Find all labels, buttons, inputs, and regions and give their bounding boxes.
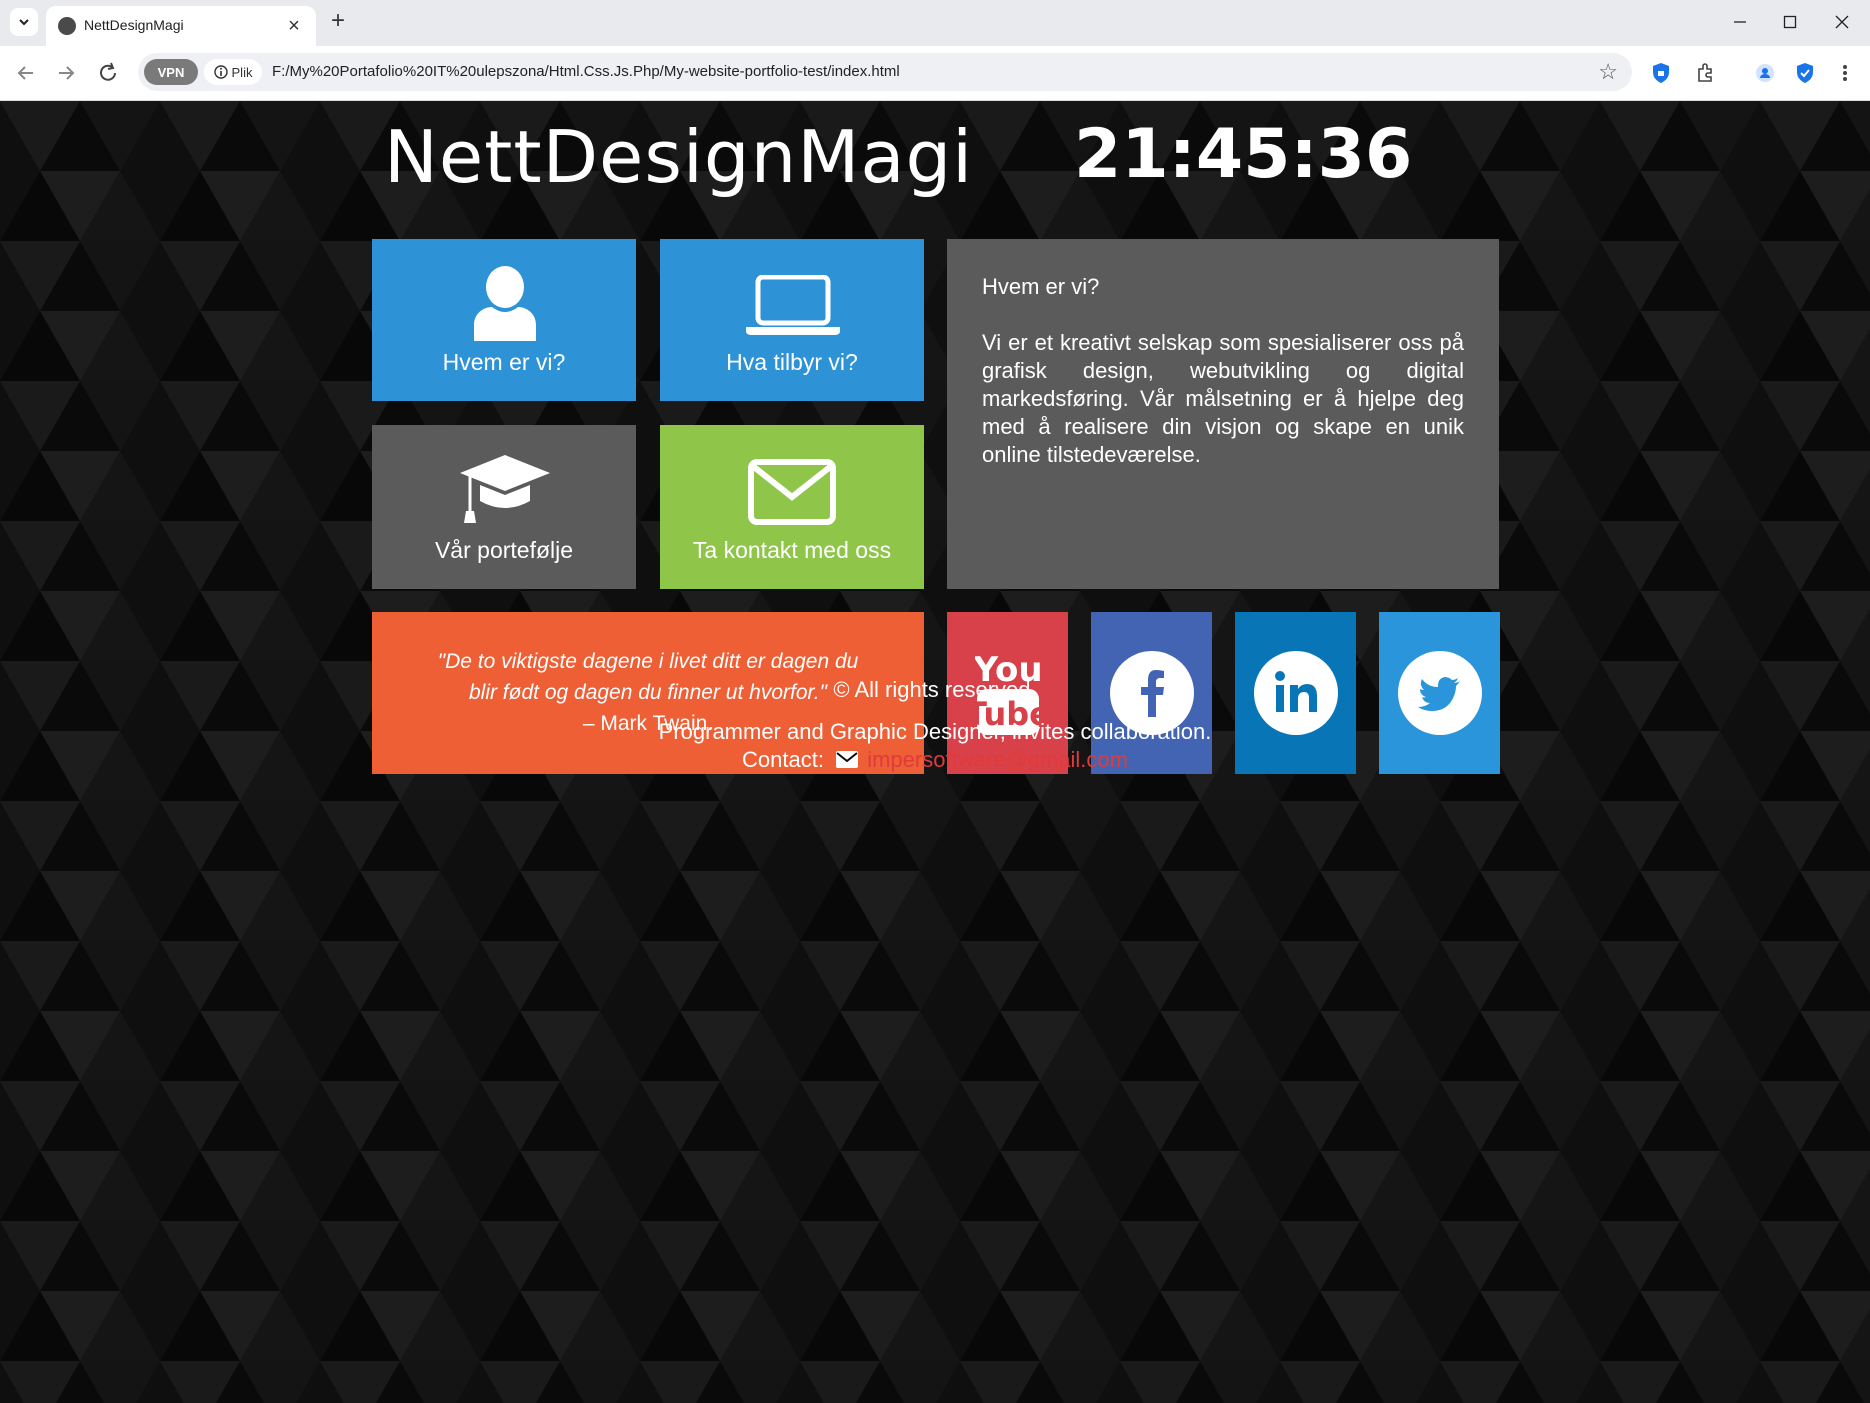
site-info-button[interactable]: Plik	[204, 59, 262, 85]
maximize-button[interactable]	[1770, 8, 1810, 36]
about-title: Hvem er vi?	[982, 274, 1100, 299]
envelope-icon	[836, 751, 859, 768]
contact-label: Contact:	[742, 747, 824, 772]
close-icon	[1835, 15, 1849, 29]
url-text[interactable]: F:/My%20Portafolio%20IT%20ulepszona/Html…	[272, 63, 900, 80]
tab-search-button[interactable]	[10, 8, 38, 36]
minimize-button[interactable]	[1720, 8, 1760, 36]
back-button[interactable]	[12, 59, 40, 87]
forward-button[interactable]	[52, 59, 80, 87]
envelope-icon	[748, 459, 836, 525]
site-logo[interactable]: NettDesignMagi	[384, 115, 973, 199]
laptop-icon	[746, 275, 840, 335]
minimize-icon	[1734, 21, 1746, 23]
tile-portfolio[interactable]: Vår portefølje	[372, 425, 636, 589]
browser-tab-bar: NettDesignMagi × +	[0, 0, 1870, 46]
bookmark-star-icon[interactable]: ☆	[1598, 59, 1618, 85]
user-icon	[474, 266, 536, 341]
copyright: © All rights reserved.	[833, 677, 1037, 702]
arrow-right-icon	[59, 66, 75, 80]
globe-icon	[58, 17, 76, 35]
vpn-button[interactable]: VPN	[144, 59, 198, 85]
contact-email-link[interactable]: impersoftware@gmail.com	[867, 747, 1128, 772]
site-info-label: Plik	[231, 64, 253, 80]
graduation-cap-icon	[460, 455, 550, 523]
tile-label: Hvem er vi?	[442, 349, 566, 375]
new-tab-button[interactable]: +	[326, 9, 350, 34]
tile-label: Vår portefølje	[434, 537, 574, 563]
maximize-icon	[1783, 15, 1797, 29]
page-viewport: NettDesignMagi 21:45:36 Hvem er vi? Hva …	[0, 101, 1870, 1403]
menu-kebab-icon[interactable]	[1832, 60, 1858, 86]
footer-tagline: Programmer and Graphic Designer, invites…	[658, 719, 1212, 744]
tile-contact-us[interactable]: Ta kontakt med oss	[660, 425, 924, 589]
tab-title: NettDesignMagi	[84, 17, 184, 33]
reload-icon	[100, 62, 116, 81]
extensions-puzzle-icon[interactable]	[1692, 60, 1718, 86]
browser-toolbar: VPN Plik F:/My%20Portafolio%20IT%20uleps…	[0, 46, 1870, 101]
reload-button[interactable]	[94, 59, 122, 87]
browser-tab[interactable]: NettDesignMagi ×	[46, 6, 316, 46]
security-shield-icon[interactable]	[1792, 60, 1818, 86]
about-panel: Hvem er vi? Vi er et kreativt selskap so…	[947, 239, 1499, 589]
close-window-button[interactable]	[1822, 8, 1862, 36]
tile-label: Hva tilbyr vi?	[726, 349, 858, 375]
profile-icon[interactable]	[1752, 60, 1778, 86]
tile-what-we-offer[interactable]: Hva tilbyr vi?	[660, 239, 924, 401]
arrow-left-icon	[17, 66, 33, 80]
tile-who-are-we[interactable]: Hvem er vi?	[372, 239, 636, 401]
address-bar[interactable]: VPN Plik F:/My%20Portafolio%20IT%20uleps…	[138, 53, 1632, 91]
info-icon	[213, 65, 228, 79]
footer-contact: Contact: impersoftware@gmail.com	[0, 747, 1870, 773]
chevron-down-icon	[19, 19, 29, 26]
extension-shield-icon[interactable]	[1648, 60, 1674, 86]
about-text: Vi er et kreativt selskap som spesialise…	[982, 330, 1464, 467]
close-tab-icon[interactable]: ×	[282, 14, 306, 38]
tile-label: Ta kontakt med oss	[692, 537, 892, 563]
clock: 21:45:36	[1074, 115, 1413, 194]
